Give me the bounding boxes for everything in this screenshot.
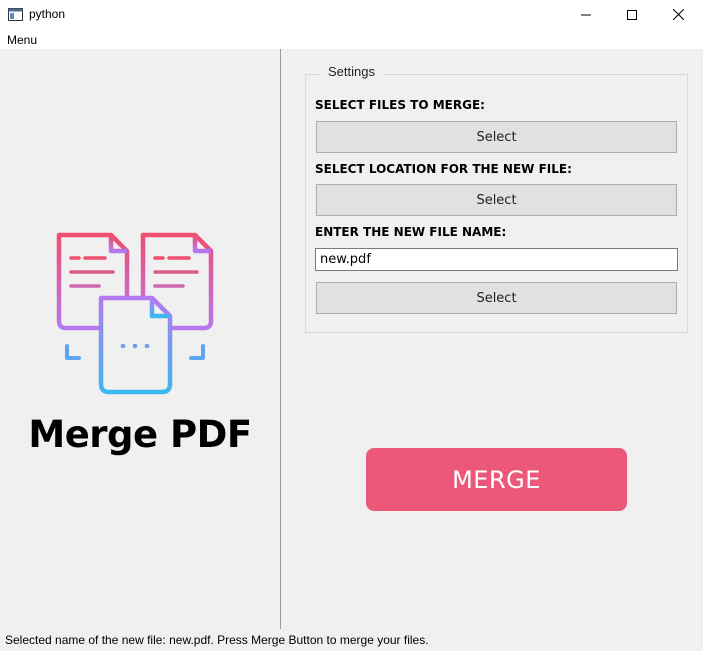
select-files-label: SELECT FILES TO MERGE:: [315, 98, 485, 112]
panel-divider: [280, 49, 281, 629]
minimize-icon: [581, 14, 591, 15]
select-location-button[interactable]: Select: [316, 184, 677, 216]
menu-item-menu[interactable]: Menu: [7, 33, 37, 47]
minimize-button[interactable]: [563, 0, 609, 29]
select-location-label: SELECT LOCATION FOR THE NEW FILE:: [315, 162, 572, 176]
status-message: Selected name of the new file: new.pdf. …: [5, 633, 429, 647]
merge-documents-icon: [56, 232, 214, 395]
settings-group-title: Settings: [320, 64, 383, 79]
maximize-button[interactable]: [609, 0, 655, 29]
status-bar: Selected name of the new file: new.pdf. …: [0, 629, 703, 651]
window-title: python: [29, 7, 66, 21]
close-icon: [672, 9, 684, 20]
file-name-label: ENTER THE NEW FILE NAME:: [315, 225, 507, 239]
close-button[interactable]: [655, 0, 701, 29]
file-name-select-button[interactable]: Select: [316, 282, 677, 314]
file-name-input[interactable]: [315, 248, 678, 271]
merge-button[interactable]: MERGE: [366, 448, 627, 511]
python-window-icon: [8, 8, 23, 21]
maximize-icon: [627, 9, 637, 20]
title-bar: python: [0, 0, 703, 29]
select-files-button[interactable]: Select: [316, 121, 677, 153]
logo-title: Merge PDF: [28, 413, 252, 456]
menu-bar: Menu: [0, 29, 703, 49]
